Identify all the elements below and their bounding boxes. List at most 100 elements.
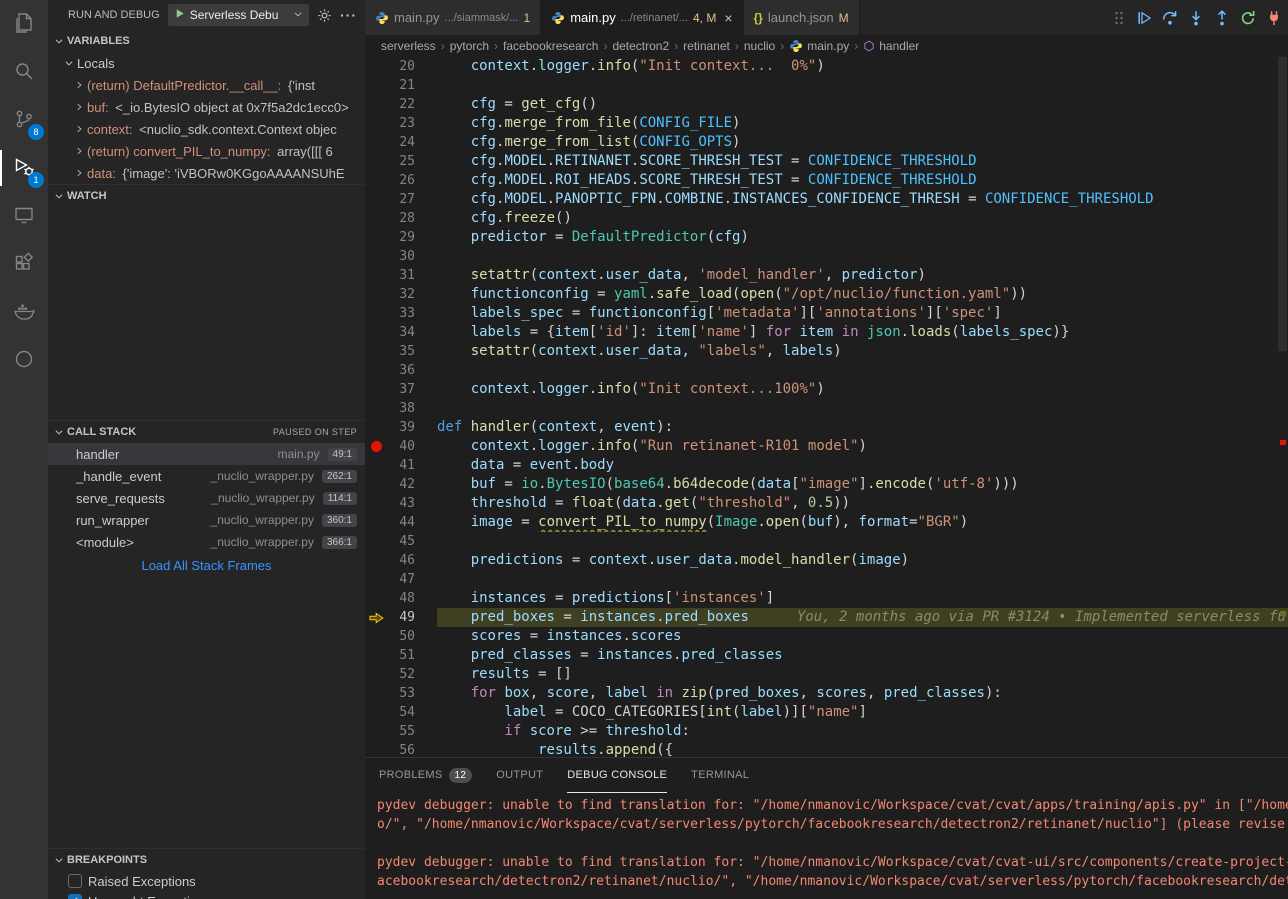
callstack-frame[interactable]: run_wrapper_nuclio_wrapper.py360:1 bbox=[48, 509, 365, 531]
callstack-frame[interactable]: serve_requests_nuclio_wrapper.py114:1 bbox=[48, 487, 365, 509]
gutter-glyph[interactable] bbox=[365, 494, 387, 513]
gear-icon[interactable] bbox=[317, 8, 332, 23]
gutter-glyph[interactable] bbox=[365, 209, 387, 228]
gutter-glyph[interactable] bbox=[365, 380, 387, 399]
step-over-button[interactable] bbox=[1162, 10, 1178, 26]
gutter-glyph[interactable] bbox=[365, 399, 387, 418]
continue-button[interactable] bbox=[1136, 10, 1152, 26]
gutter-glyph[interactable] bbox=[365, 114, 387, 133]
variable-row[interactable]: data: {'image': 'iVBORw0KGgoAAAANSUhE bbox=[48, 162, 365, 184]
checkbox[interactable]: ✓ bbox=[68, 894, 82, 899]
load-all-stack-frames-link[interactable]: Load All Stack Frames bbox=[48, 553, 365, 577]
checkbox[interactable] bbox=[68, 874, 82, 888]
gutter-glyph[interactable] bbox=[365, 133, 387, 152]
frame-name: _handle_event bbox=[76, 469, 211, 484]
code-line: 35setattr(context.user_data, "labels", l… bbox=[365, 342, 1288, 361]
breadcrumb-item[interactable]: facebookresearch bbox=[503, 39, 598, 53]
gutter-glyph[interactable] bbox=[365, 418, 387, 437]
panel-tab-problems[interactable]: PROBLEMS12 bbox=[379, 758, 472, 793]
breakpoint-row[interactable]: ✓Uncaught Exceptions bbox=[48, 891, 365, 899]
breakpoints-pane-header[interactable]: BREAKPOINTS bbox=[48, 849, 365, 871]
panel-tab-terminal[interactable]: TERMINAL bbox=[691, 758, 749, 793]
breadcrumb-item[interactable]: nuclio bbox=[744, 39, 775, 53]
breadcrumb-item[interactable]: detectron2 bbox=[612, 39, 669, 53]
breadcrumb-item[interactable]: main.py bbox=[789, 39, 849, 53]
editor-tab[interactable]: main.py.../retinanet/...4, M× bbox=[541, 0, 743, 35]
gutter-glyph[interactable] bbox=[365, 247, 387, 266]
step-into-button[interactable] bbox=[1188, 10, 1204, 26]
gutter-glyph[interactable] bbox=[365, 570, 387, 589]
scope-locals[interactable]: Locals bbox=[48, 52, 365, 74]
variable-row[interactable]: buf: <_io.BytesIO object at 0x7f5a2dc1ec… bbox=[48, 96, 365, 118]
sidebar-item-docker[interactable] bbox=[0, 288, 48, 336]
gutter-glyph[interactable] bbox=[365, 57, 387, 76]
code-editor[interactable]: 20context.logger.info("Init context... 0… bbox=[365, 57, 1288, 757]
variables-pane-header[interactable]: VARIABLES bbox=[48, 30, 365, 52]
sidebar-item-source-control[interactable]: 8 bbox=[0, 96, 48, 144]
callstack-frame[interactable]: _handle_event_nuclio_wrapper.py262:1 bbox=[48, 465, 365, 487]
gutter-glyph[interactable] bbox=[365, 76, 387, 95]
variable-row[interactable]: context: <nuclio_sdk.context.Context obj… bbox=[48, 118, 365, 140]
gutter-glyph[interactable] bbox=[365, 532, 387, 551]
editor-scrollbar[interactable] bbox=[1276, 57, 1288, 757]
gutter-glyph[interactable] bbox=[365, 152, 387, 171]
restart-button[interactable] bbox=[1240, 10, 1256, 26]
close-icon[interactable]: × bbox=[724, 10, 732, 26]
gutter-glyph[interactable] bbox=[365, 361, 387, 380]
gutter-glyph[interactable] bbox=[365, 722, 387, 741]
breadcrumb-item[interactable]: pytorch bbox=[450, 39, 489, 53]
launch-config-select[interactable]: Serverless Debu bbox=[168, 4, 309, 26]
callstack-frame[interactable]: handlermain.py49:1 bbox=[48, 443, 365, 465]
breadcrumb-item[interactable]: retinanet bbox=[683, 39, 730, 53]
sidebar-item-run-and-debug[interactable]: 1 bbox=[0, 144, 48, 192]
sidebar-item-extensions[interactable] bbox=[0, 240, 48, 288]
gutter-glyph[interactable] bbox=[365, 323, 387, 342]
sidebar-item-search[interactable] bbox=[0, 48, 48, 96]
gutter-glyph[interactable] bbox=[365, 589, 387, 608]
variable-row[interactable]: (return) DefaultPredictor.__call__: {'in… bbox=[48, 74, 365, 96]
gutter-glyph[interactable] bbox=[365, 513, 387, 532]
gutter-glyph[interactable] bbox=[365, 684, 387, 703]
gutter-glyph[interactable] bbox=[365, 266, 387, 285]
scrollbar-thumb[interactable] bbox=[1278, 57, 1287, 351]
gutter-glyph[interactable] bbox=[365, 608, 387, 627]
gutter-glyph[interactable] bbox=[365, 665, 387, 684]
code-line: 20context.logger.info("Init context... 0… bbox=[365, 57, 1288, 76]
breakpoint-dot[interactable] bbox=[371, 441, 382, 452]
step-out-button[interactable] bbox=[1214, 10, 1230, 26]
editor-tab[interactable]: main.py.../siammask/...1 bbox=[365, 0, 541, 35]
gutter-glyph[interactable] bbox=[365, 304, 387, 323]
editor-tab[interactable]: {}launch.jsonM bbox=[744, 0, 860, 35]
callstack-frame[interactable]: <module>_nuclio_wrapper.py366:1 bbox=[48, 531, 365, 553]
gutter-glyph[interactable] bbox=[365, 285, 387, 304]
variable-value: {'inst bbox=[284, 78, 315, 93]
more-actions-icon[interactable]: ··· bbox=[340, 7, 357, 23]
watch-pane-header[interactable]: WATCH bbox=[48, 185, 365, 207]
sidebar-item-remote-explorer[interactable] bbox=[0, 192, 48, 240]
gutter-glyph[interactable] bbox=[365, 703, 387, 722]
gutter-glyph[interactable] bbox=[365, 342, 387, 361]
gutter-glyph[interactable] bbox=[365, 741, 387, 757]
sidebar-item-circle-extension[interactable] bbox=[0, 336, 48, 384]
gutter-glyph[interactable] bbox=[365, 190, 387, 209]
panel-tab-label: DEBUG CONSOLE bbox=[567, 758, 667, 793]
gutter-glyph[interactable] bbox=[365, 95, 387, 114]
gutter-glyph[interactable] bbox=[365, 228, 387, 247]
gutter-glyph[interactable] bbox=[365, 646, 387, 665]
gutter-glyph[interactable] bbox=[365, 171, 387, 190]
panel-tab-output[interactable]: OUTPUT bbox=[496, 758, 543, 793]
breadcrumb-item[interactable]: handler bbox=[863, 39, 919, 53]
breadcrumb-item[interactable]: serverless bbox=[381, 39, 436, 53]
panel-tab-debug-console[interactable]: DEBUG CONSOLE bbox=[567, 758, 667, 793]
sidebar-item-explorer[interactable] bbox=[0, 0, 48, 48]
disconnect-button[interactable] bbox=[1266, 10, 1282, 26]
gutter-glyph[interactable] bbox=[365, 551, 387, 570]
variable-row[interactable]: (return) convert_PIL_to_numpy: array([[[… bbox=[48, 140, 365, 162]
gutter-glyph[interactable] bbox=[365, 437, 387, 456]
gutter-glyph[interactable] bbox=[365, 627, 387, 646]
breakpoint-row[interactable]: Raised Exceptions bbox=[48, 871, 365, 891]
gutter-glyph[interactable] bbox=[365, 475, 387, 494]
call-stack-pane-header[interactable]: CALL STACK PAUSED ON STEP bbox=[48, 421, 365, 443]
toolbar-gripper[interactable] bbox=[1114, 10, 1124, 26]
gutter-glyph[interactable] bbox=[365, 456, 387, 475]
